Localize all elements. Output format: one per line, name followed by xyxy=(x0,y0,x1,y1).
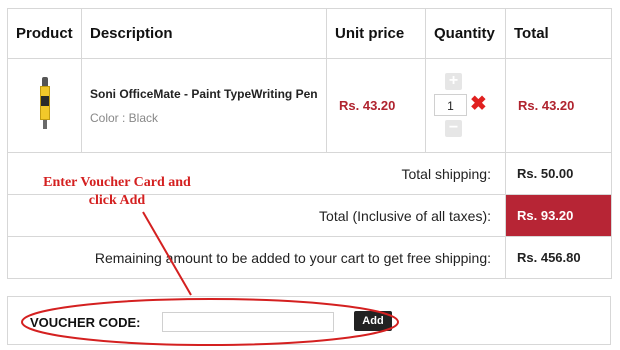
annotation-ellipse xyxy=(21,298,399,346)
annotation-overlay xyxy=(21,211,399,346)
annotation-arrow-line xyxy=(142,211,192,296)
